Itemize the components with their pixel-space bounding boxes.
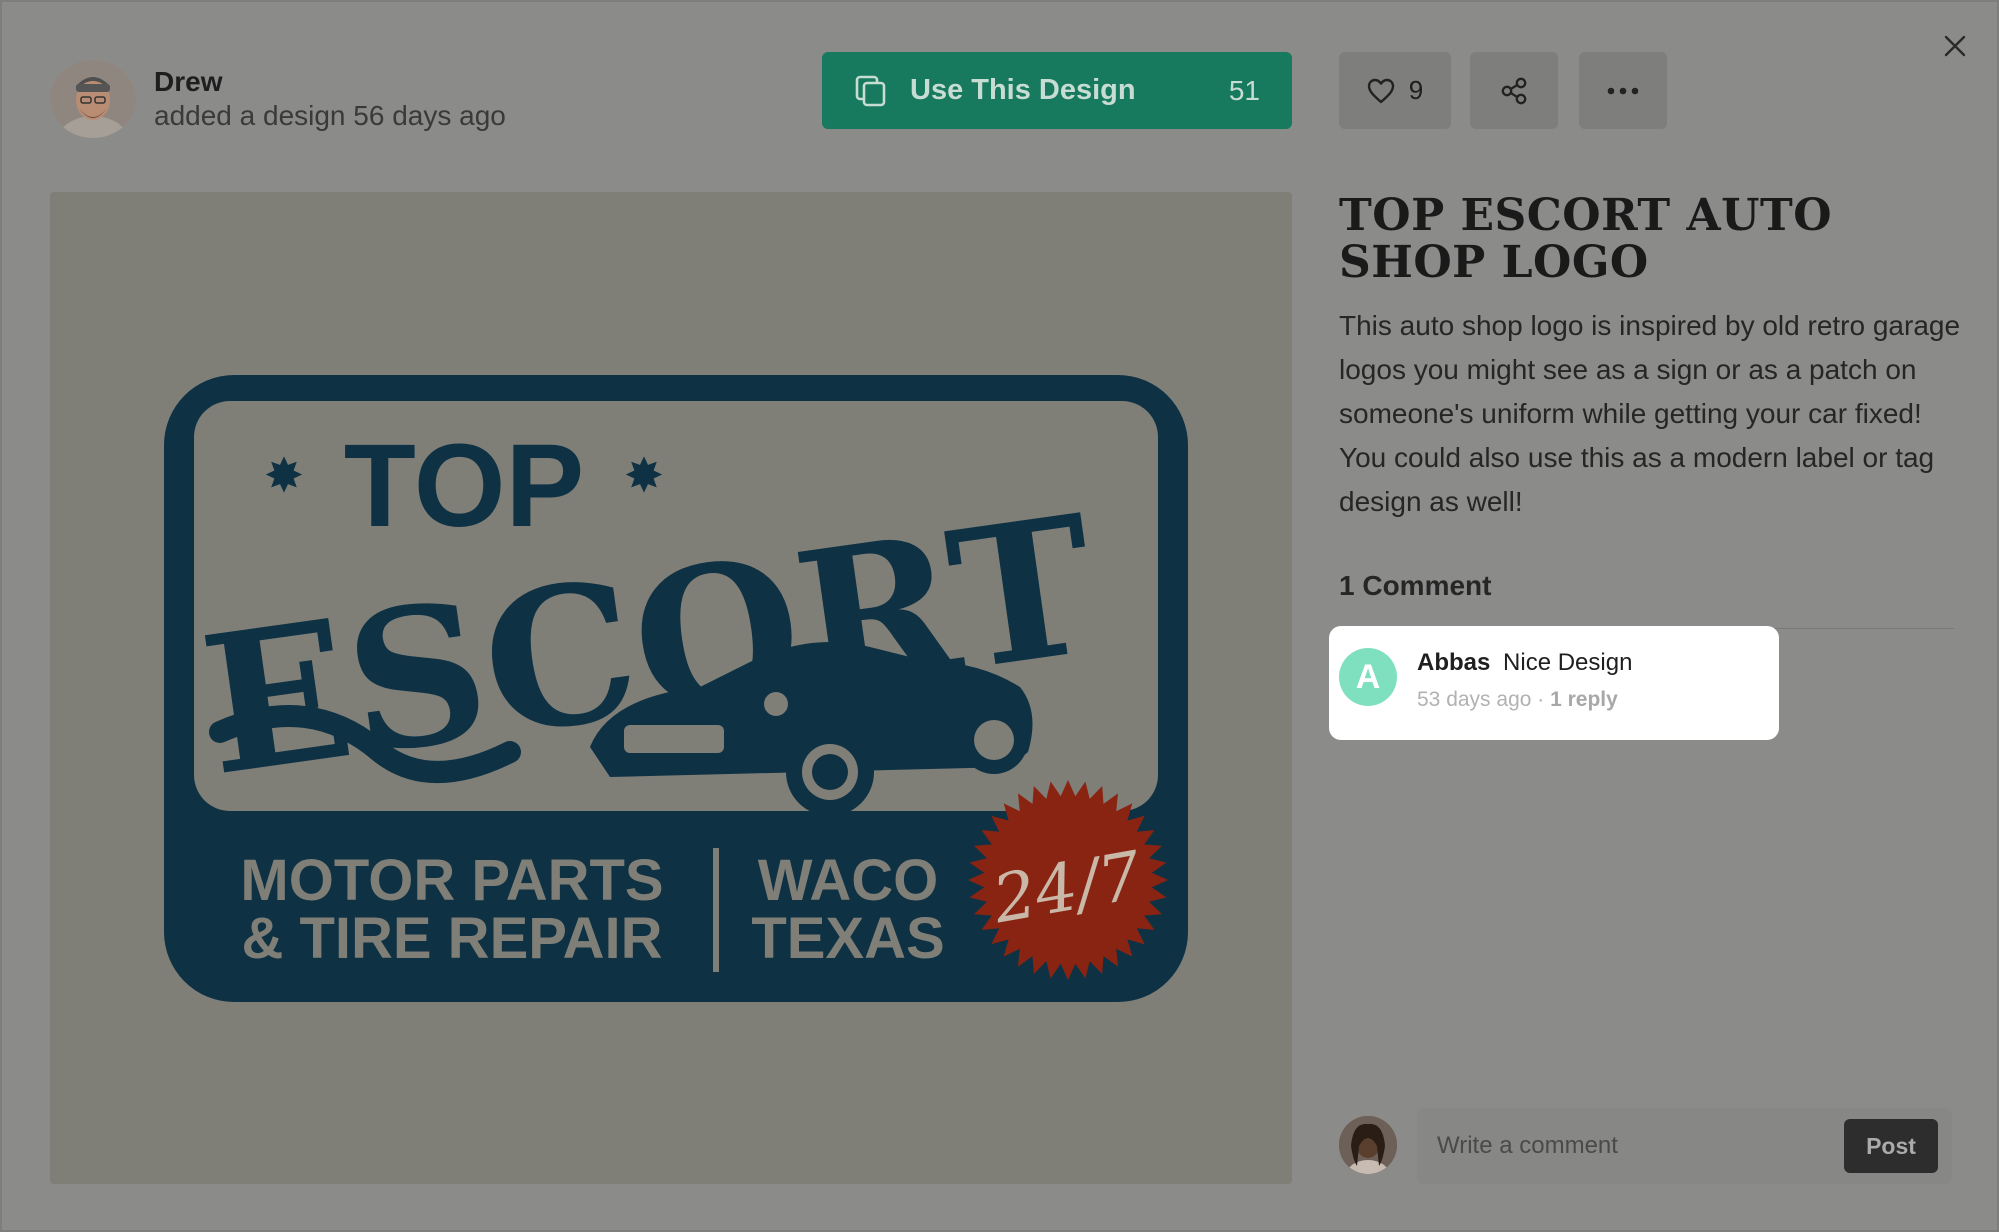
comment-input[interactable] bbox=[1437, 1132, 1844, 1160]
more-icon bbox=[1607, 87, 1639, 94]
reply-link[interactable]: 1 reply bbox=[1550, 688, 1618, 711]
author-name[interactable]: Drew bbox=[154, 65, 506, 99]
share-icon bbox=[1501, 77, 1527, 104]
like-count: 9 bbox=[1408, 75, 1424, 105]
author-avatar[interactable] bbox=[50, 60, 136, 138]
use-this-design-button[interactable]: Use This Design 51 bbox=[822, 52, 1292, 129]
heart-icon bbox=[1367, 78, 1394, 103]
comment-time: 53 days ago bbox=[1417, 688, 1532, 711]
logo-artwork: ✸ ✸ TOP ESCORT MOTOR PARTS & TIRE REPAIR… bbox=[164, 375, 1188, 1002]
comment-text: Nice Design bbox=[1503, 649, 1633, 676]
comments-heading: 1 Comment bbox=[1339, 570, 1492, 601]
logo-left-line2: & TIRE REPAIR bbox=[241, 906, 662, 971]
author-subtitle: added a design 56 days ago bbox=[154, 100, 506, 131]
comment-composer: Post bbox=[1417, 1108, 1952, 1184]
use-count: 51 bbox=[1228, 74, 1260, 106]
design-modal: Drew added a design 56 days ago Use This… bbox=[0, 0, 1999, 1232]
like-button[interactable]: 9 bbox=[1339, 52, 1451, 129]
logo-right-line2: TEXAS bbox=[751, 906, 944, 971]
author-info: Drew added a design 56 days ago bbox=[50, 60, 506, 138]
more-options-button[interactable] bbox=[1579, 52, 1667, 129]
comment-meta-separator: · bbox=[1531, 688, 1551, 711]
logo-right-line1: WACO bbox=[758, 848, 938, 913]
logo-left-line1: MOTOR PARTS bbox=[240, 848, 663, 913]
post-button[interactable]: Post bbox=[1844, 1119, 1938, 1173]
svg-text:✸: ✸ bbox=[624, 448, 664, 504]
design-description: This auto shop logo is inspired by old r… bbox=[1339, 310, 1961, 517]
close-button[interactable] bbox=[1939, 30, 1971, 62]
design-preview[interactable]: ✸ ✸ TOP ESCORT MOTOR PARTS & TIRE REPAIR… bbox=[50, 192, 1292, 1184]
comment-item[interactable]: A Abbas Nice Design 53 days ago · 1 repl… bbox=[1329, 626, 1779, 740]
close-icon bbox=[1944, 35, 1966, 57]
design-title: TOP ESCORT AUTO SHOP LOGO bbox=[1339, 190, 1833, 288]
commenter-avatar[interactable]: A bbox=[1339, 648, 1397, 706]
current-user-avatar bbox=[1339, 1116, 1397, 1174]
logo-top-text: TOP bbox=[344, 420, 584, 552]
share-button[interactable] bbox=[1470, 52, 1558, 129]
commenter-name[interactable]: Abbas bbox=[1417, 649, 1490, 676]
copy-icon bbox=[855, 75, 886, 106]
use-design-label: Use This Design bbox=[910, 74, 1136, 106]
svg-text:✸: ✸ bbox=[264, 448, 304, 504]
